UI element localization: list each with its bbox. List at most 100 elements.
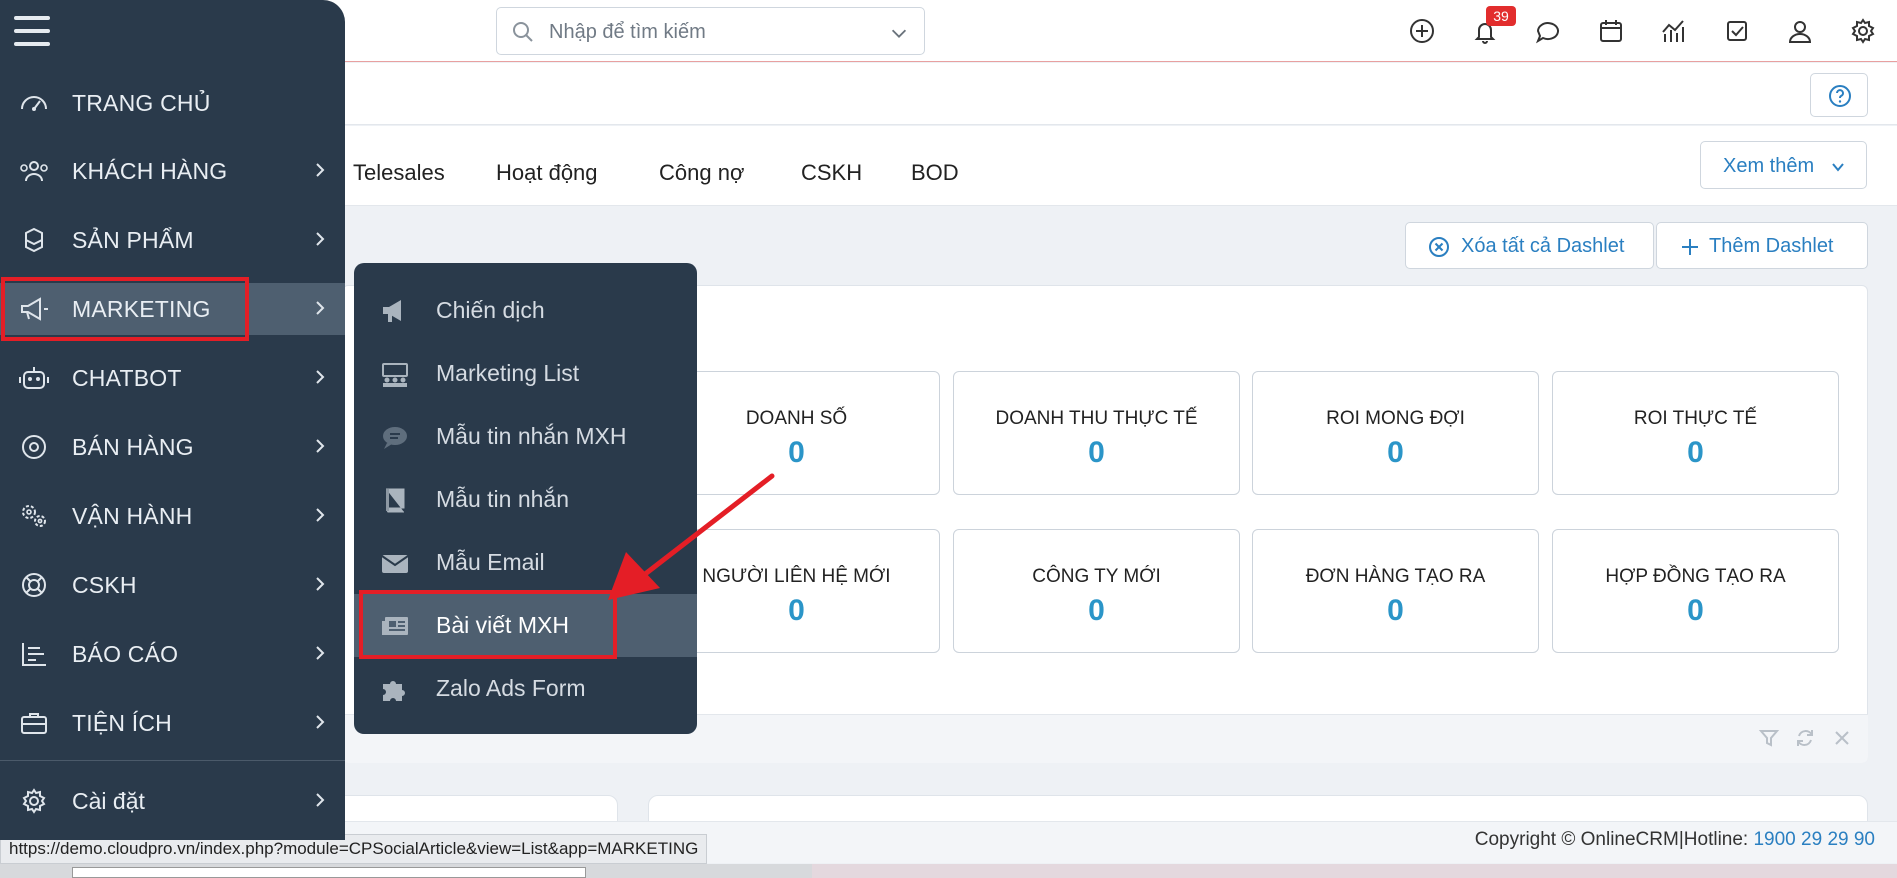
sidebar-item-label: TIỆN ÍCH — [72, 710, 172, 736]
stat-value: 0 — [1387, 594, 1404, 627]
chevron-right-icon — [316, 715, 325, 729]
more-tabs-label: Xem thêm — [1723, 155, 1815, 177]
hotline-label: Hotline: — [1683, 829, 1754, 850]
tab-telesales[interactable]: Telesales — [353, 160, 445, 186]
chevron-down-icon[interactable] — [888, 22, 910, 44]
add-icon[interactable] — [1407, 16, 1437, 46]
tab-cong-no[interactable]: Công nợ — [659, 160, 744, 186]
sidebar-item-ban-hang[interactable]: BÁN HÀNG — [0, 421, 345, 473]
envelope-icon — [380, 549, 410, 577]
tab-cskh[interactable]: CSKH — [801, 160, 862, 186]
sidebar-item-khach-hang[interactable]: KHÁCH HÀNG — [0, 145, 345, 197]
chevron-right-icon — [316, 508, 325, 522]
submenu-item-label: Mẫu tin nhắn — [436, 486, 569, 512]
submenu-item-label: Marketing List — [436, 360, 580, 386]
submenu-item-marketing-list[interactable]: Marketing List — [354, 342, 697, 405]
briefcase-icon — [18, 709, 50, 737]
more-tabs-button[interactable]: Xem thêm — [1700, 141, 1867, 189]
stat-roi-mong-doi: ROI MONG ĐỢI 0 — [1252, 371, 1539, 495]
hamburger-menu-icon[interactable] — [14, 16, 50, 46]
chevron-right-icon — [316, 439, 325, 453]
sidebar-item-bao-cao[interactable]: BÁO CÁO — [0, 628, 345, 680]
stat-hop-dong-tao-ra: HỢP ĐỒNG TẠO RA 0 — [1552, 529, 1839, 653]
cubes-icon — [18, 226, 50, 254]
sidebar-divider — [0, 760, 345, 761]
sidebar-item-label: VẬN HÀNH — [72, 503, 193, 529]
tab-hoat-dong[interactable]: Hoạt động — [496, 160, 598, 186]
submenu-item-label: Mẫu Email — [436, 549, 545, 575]
plus-icon — [1682, 239, 1698, 255]
stat-value: 0 — [1687, 594, 1704, 627]
stat-value: 0 — [1387, 436, 1404, 469]
question-icon — [1829, 85, 1851, 107]
gear-icon — [18, 787, 50, 815]
sidebar-item-label: TRANG CHỦ — [72, 90, 211, 116]
sidebar: TRANG CHỦ KHÁCH HÀNG SẢN PHẨM MARKETING … — [0, 0, 345, 840]
sidebar-item-label: SẢN PHẨM — [72, 227, 194, 253]
search-icon — [513, 22, 533, 42]
chart-icon[interactable] — [1659, 16, 1689, 46]
puzzle-icon — [380, 675, 410, 703]
chevron-down-icon — [1832, 163, 1844, 172]
chat-icon[interactable] — [1533, 16, 1563, 46]
sidebar-item-trang-chu[interactable]: TRANG CHỦ — [0, 77, 345, 129]
highlight-marketing — [1, 277, 249, 341]
highlight-bai-viet-mxh — [359, 590, 617, 659]
sidebar-item-chatbot[interactable]: CHATBOT — [0, 352, 345, 404]
submenu-item-label: Mẫu tin nhắn MXH — [436, 423, 627, 449]
sidebar-item-label: Cài đặt — [72, 788, 145, 814]
settings-icon[interactable] — [1848, 16, 1878, 46]
submenu-item-chien-dich[interactable]: Chiến dịch — [354, 279, 697, 342]
global-search[interactable]: Nhập để tìm kiếm — [496, 7, 925, 55]
chevron-right-icon — [316, 370, 325, 384]
search-input[interactable]: Nhập để tìm kiếm — [549, 21, 706, 44]
user-icon[interactable] — [1785, 16, 1815, 46]
clear-all-dashlets-button[interactable]: Xóa tất cả Dashlet — [1405, 222, 1654, 269]
footer-copyright: Copyright © OnlineCRM|Hotline: 1900 29 2… — [1475, 829, 1875, 851]
stat-roi-thuc-te: ROI THỰC TẾ 0 — [1552, 371, 1839, 495]
sidebar-item-label: BÁO CÁO — [72, 641, 179, 667]
add-dashlet-button[interactable]: Thêm Dashlet — [1656, 222, 1868, 269]
chevron-right-icon — [316, 232, 325, 246]
chevron-right-icon — [316, 646, 325, 660]
close-icon[interactable] — [1831, 727, 1853, 749]
calendar-icon[interactable] — [1596, 16, 1626, 46]
task-check-icon[interactable] — [1722, 16, 1752, 46]
sidebar-item-san-pham[interactable]: SẢN PHẨM — [0, 214, 345, 266]
refresh-icon[interactable] — [1794, 727, 1816, 749]
users-icon — [18, 157, 50, 185]
robot-icon — [18, 364, 50, 392]
submenu-item-mau-tin-nhan-mxh[interactable]: Mẫu tin nhắn MXH — [354, 405, 697, 468]
help-button[interactable] — [1810, 73, 1868, 117]
clear-all-dashlets-label: Xóa tất cả Dashlet — [1461, 235, 1625, 257]
submenu-item-zalo-ads-form[interactable]: Zalo Ads Form — [354, 657, 697, 720]
sidebar-item-cai-dat[interactable]: Cài đặt — [0, 775, 345, 827]
hotline-number[interactable]: 1900 29 29 90 — [1753, 829, 1875, 850]
submenu-item-label: Chiến dịch — [436, 297, 545, 323]
sidebar-item-cskh[interactable]: CSKH — [0, 559, 345, 611]
book-icon — [380, 486, 410, 514]
report-icon — [18, 640, 50, 668]
close-circle-icon — [1429, 237, 1449, 257]
stat-doanh-thu-thuc-te: DOANH THU THỰC TẾ 0 — [953, 371, 1240, 495]
sidebar-item-tien-ich[interactable]: TIỆN ÍCH — [0, 697, 345, 749]
stat-label: ĐƠN HÀNG TẠO RA — [1305, 566, 1486, 587]
chevron-right-icon — [316, 577, 325, 591]
notification-badge: 39 — [1486, 6, 1516, 26]
chat-bubble-icon — [380, 423, 410, 451]
group-icon — [380, 360, 410, 388]
chevron-right-icon — [316, 301, 325, 315]
chevron-right-icon — [316, 163, 325, 177]
stat-label: DOANH THU THỰC TẾ — [995, 408, 1198, 429]
stat-value: 0 — [1088, 436, 1105, 469]
tab-bod[interactable]: BOD — [911, 160, 959, 186]
lifebuoy-icon — [18, 571, 50, 599]
stat-label: HỢP ĐỒNG TẠO RA — [1605, 566, 1786, 587]
stat-label: ROI MONG ĐỢI — [1326, 408, 1465, 429]
sidebar-item-van-hanh[interactable]: VẬN HÀNH — [0, 490, 345, 542]
filter-icon[interactable] — [1758, 727, 1780, 749]
submenu-item-label: Zalo Ads Form — [436, 675, 586, 701]
sidebar-item-label: BÁN HÀNG — [72, 434, 194, 460]
sidebar-item-label: CSKH — [72, 572, 137, 598]
stat-label: CÔNG TY MỚI — [1032, 566, 1161, 587]
